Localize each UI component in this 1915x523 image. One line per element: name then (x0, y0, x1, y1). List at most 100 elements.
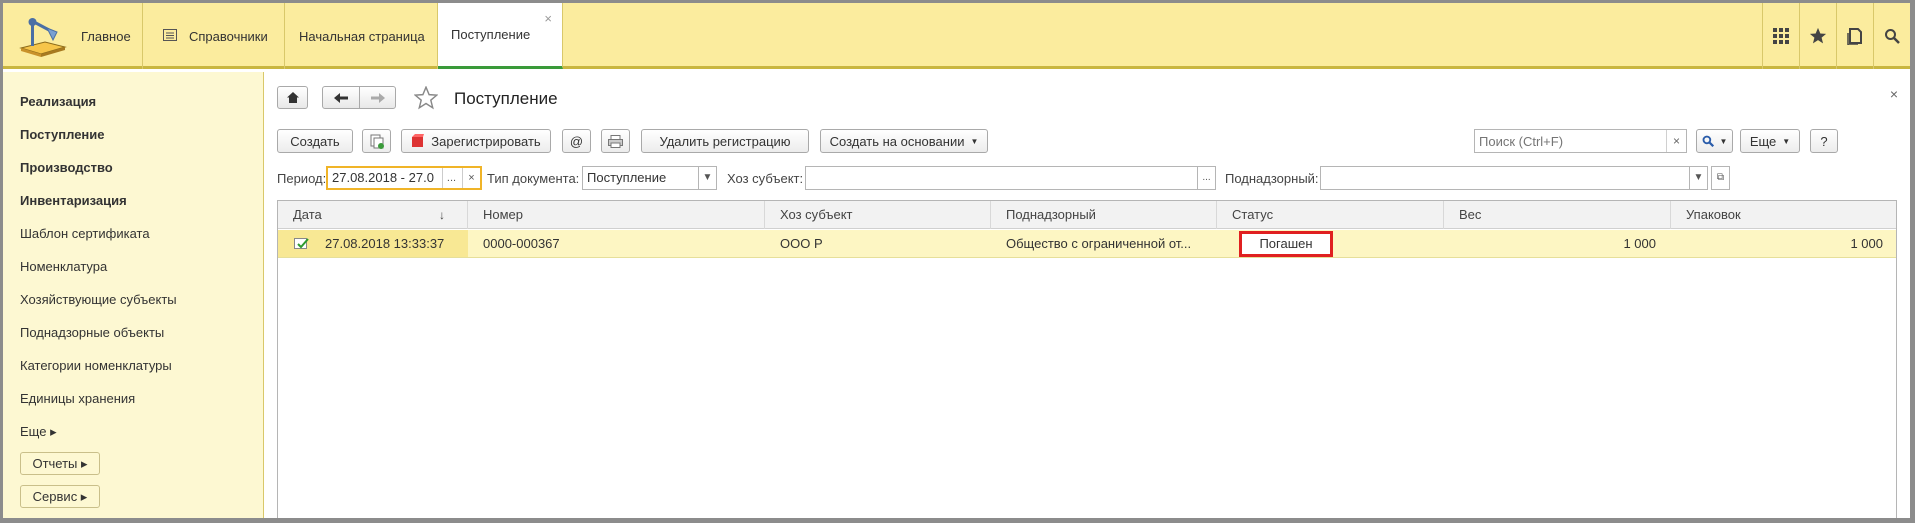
sidebar-item-certificate-template[interactable]: Шаблон сертификата (20, 226, 150, 241)
column-header-supervised[interactable]: Поднадзорный (991, 201, 1217, 229)
cell-status-highlighted: Погашен (1239, 231, 1333, 257)
tab-receipt-label: Поступление (451, 27, 531, 42)
cell-supervised: Общество с ограниченной от... (1006, 236, 1192, 251)
forward-button[interactable] (359, 86, 396, 109)
search-icon[interactable] (1873, 3, 1910, 69)
search-box: × (1474, 129, 1687, 153)
table-header: Дата ↓ Номер Хоз субъект Поднадзорный Ст… (278, 201, 1896, 229)
arrow-left-icon (334, 92, 348, 103)
table-row[interactable]: 27.08.2018 13:33:37 0000-000367 ООО Р Об… (278, 230, 1896, 258)
cell-packages: 1 000 (1850, 236, 1883, 251)
print-button[interactable] (601, 129, 630, 153)
supervised-field[interactable] (1320, 166, 1690, 190)
list-icon (163, 28, 177, 44)
section-home-label: Главное (81, 28, 131, 44)
column-header-date[interactable]: Дата ↓ (278, 201, 468, 229)
create-based-on-label: Создать на основании (829, 133, 965, 149)
delete-registration-button[interactable]: Удалить регистрацию (641, 129, 809, 153)
open-icon[interactable]: ⧉ (1711, 166, 1730, 190)
form-close-icon[interactable]: × (1890, 86, 1898, 102)
chevron-down-icon: ▼ (1782, 136, 1791, 146)
sidebar-item-receipt[interactable]: Поступление (20, 127, 105, 142)
top-right-tools (1762, 3, 1910, 69)
page-title: Поступление (454, 89, 558, 108)
search-input[interactable] (1475, 130, 1665, 152)
main-form: Поступление × Создать Зарегистрировать @… (265, 72, 1910, 518)
copy-icon (370, 134, 384, 149)
section-directories-label: Справочники (189, 28, 268, 44)
back-button[interactable] (322, 86, 360, 109)
cell-weight: 1 000 (1623, 236, 1656, 251)
home-icon (286, 92, 299, 103)
sidebar-item-supervised-objects[interactable]: Поднадзорные объекты (20, 325, 164, 340)
home-button[interactable] (277, 86, 308, 109)
subject-label: Хоз субъект: (727, 171, 804, 186)
more-button-label: Еще (1749, 133, 1777, 149)
column-header-status[interactable]: Статус (1217, 201, 1444, 229)
chevron-down-icon: ▼ (1719, 136, 1728, 146)
close-icon[interactable]: × (544, 11, 552, 26)
sidebar-item-sales[interactable]: Реализация (20, 94, 96, 109)
column-header-number[interactable]: Номер (468, 201, 765, 229)
sidebar-item-production[interactable]: Производство (20, 160, 113, 175)
subject-field[interactable] (805, 166, 1198, 190)
section-directories[interactable]: Справочники (143, 3, 285, 69)
cell-date: 27.08.2018 13:33:37 (325, 236, 445, 251)
printer-icon (608, 134, 623, 148)
sidebar: Реализация Поступление Производство Инве… (3, 72, 264, 518)
sidebar-item-business-entities[interactable]: Хозяйствующие субъекты (20, 292, 177, 307)
chevron-down-icon[interactable]: ▼ (1689, 166, 1708, 190)
search-options-button[interactable]: ▼ (1696, 129, 1733, 153)
register-button[interactable]: Зарегистрировать (401, 129, 551, 153)
history-icon[interactable] (1836, 3, 1873, 69)
period-field[interactable]: 27.08.2018 - 27.0 ... × (326, 166, 482, 190)
column-header-subject[interactable]: Хоз субъект (765, 201, 991, 229)
register-icon (412, 134, 425, 147)
tab-start-page-label: Начальная страница (299, 28, 425, 44)
reports-button[interactable]: Отчеты ▸ (20, 452, 100, 475)
column-header-date-label: Дата (293, 207, 322, 222)
help-button[interactable]: ? (1810, 129, 1838, 153)
logo-icon (17, 14, 69, 58)
sidebar-item-storage-units[interactable]: Единицы хранения (20, 391, 135, 406)
sort-desc-icon: ↓ (439, 208, 445, 222)
sidebar-item-more[interactable]: Еще ▸ (20, 424, 57, 440)
period-clear-icon[interactable]: × (462, 168, 480, 188)
sidebar-item-nomenclature[interactable]: Номенклатура (20, 259, 107, 274)
cell-subject: ООО Р (780, 236, 823, 251)
copy-button[interactable] (362, 129, 391, 153)
supervised-label: Поднадзорный: (1225, 171, 1319, 186)
service-button[interactable]: Сервис ▸ (20, 485, 100, 508)
sidebar-item-nomenclature-categories[interactable]: Категории номенклатуры (20, 358, 172, 373)
sidebar-item-inventory[interactable]: Инвентаризация (20, 193, 127, 208)
documents-table: Дата ↓ Номер Хоз субъект Поднадзорный Ст… (277, 200, 1897, 518)
tab-start-page[interactable]: Начальная страница (286, 3, 438, 69)
period-select-button[interactable]: ... (442, 168, 460, 188)
top-bar: Главное Справочники Начальная страница П… (3, 3, 1910, 69)
doctype-field[interactable]: Поступление (582, 166, 699, 190)
email-button[interactable]: @ (562, 129, 591, 153)
period-value: 27.08.2018 - 27.0 (332, 170, 434, 185)
column-header-weight[interactable]: Вес (1444, 201, 1671, 229)
favorite-star-icon[interactable] (413, 85, 439, 113)
search-icon (1702, 135, 1714, 147)
column-header-packages[interactable]: Упаковок (1671, 201, 1898, 229)
period-label: Период: (277, 171, 327, 186)
search-clear-icon[interactable]: × (1666, 130, 1686, 152)
create-based-on-button[interactable]: Создать на основании ▼ (820, 129, 988, 153)
more-button[interactable]: Еще ▼ (1740, 129, 1800, 153)
section-home[interactable]: Главное (3, 3, 143, 69)
app-window: Главное Справочники Начальная страница П… (0, 0, 1915, 523)
star-icon[interactable] (1799, 3, 1836, 69)
doctype-label: Тип документа: (487, 171, 580, 186)
chevron-down-icon: ▼ (970, 136, 979, 146)
arrow-right-icon (370, 92, 385, 103)
document-posted-icon (294, 237, 309, 253)
chevron-down-icon[interactable]: ▼ (698, 166, 717, 190)
create-button[interactable]: Создать (277, 129, 353, 153)
register-button-label: Зарегистрировать (431, 133, 541, 149)
tab-receipt[interactable]: Поступление × (438, 3, 563, 69)
subject-select-button[interactable]: ... (1197, 166, 1216, 190)
grid-icon[interactable] (1762, 3, 1799, 69)
cell-number: 0000-000367 (483, 236, 560, 251)
